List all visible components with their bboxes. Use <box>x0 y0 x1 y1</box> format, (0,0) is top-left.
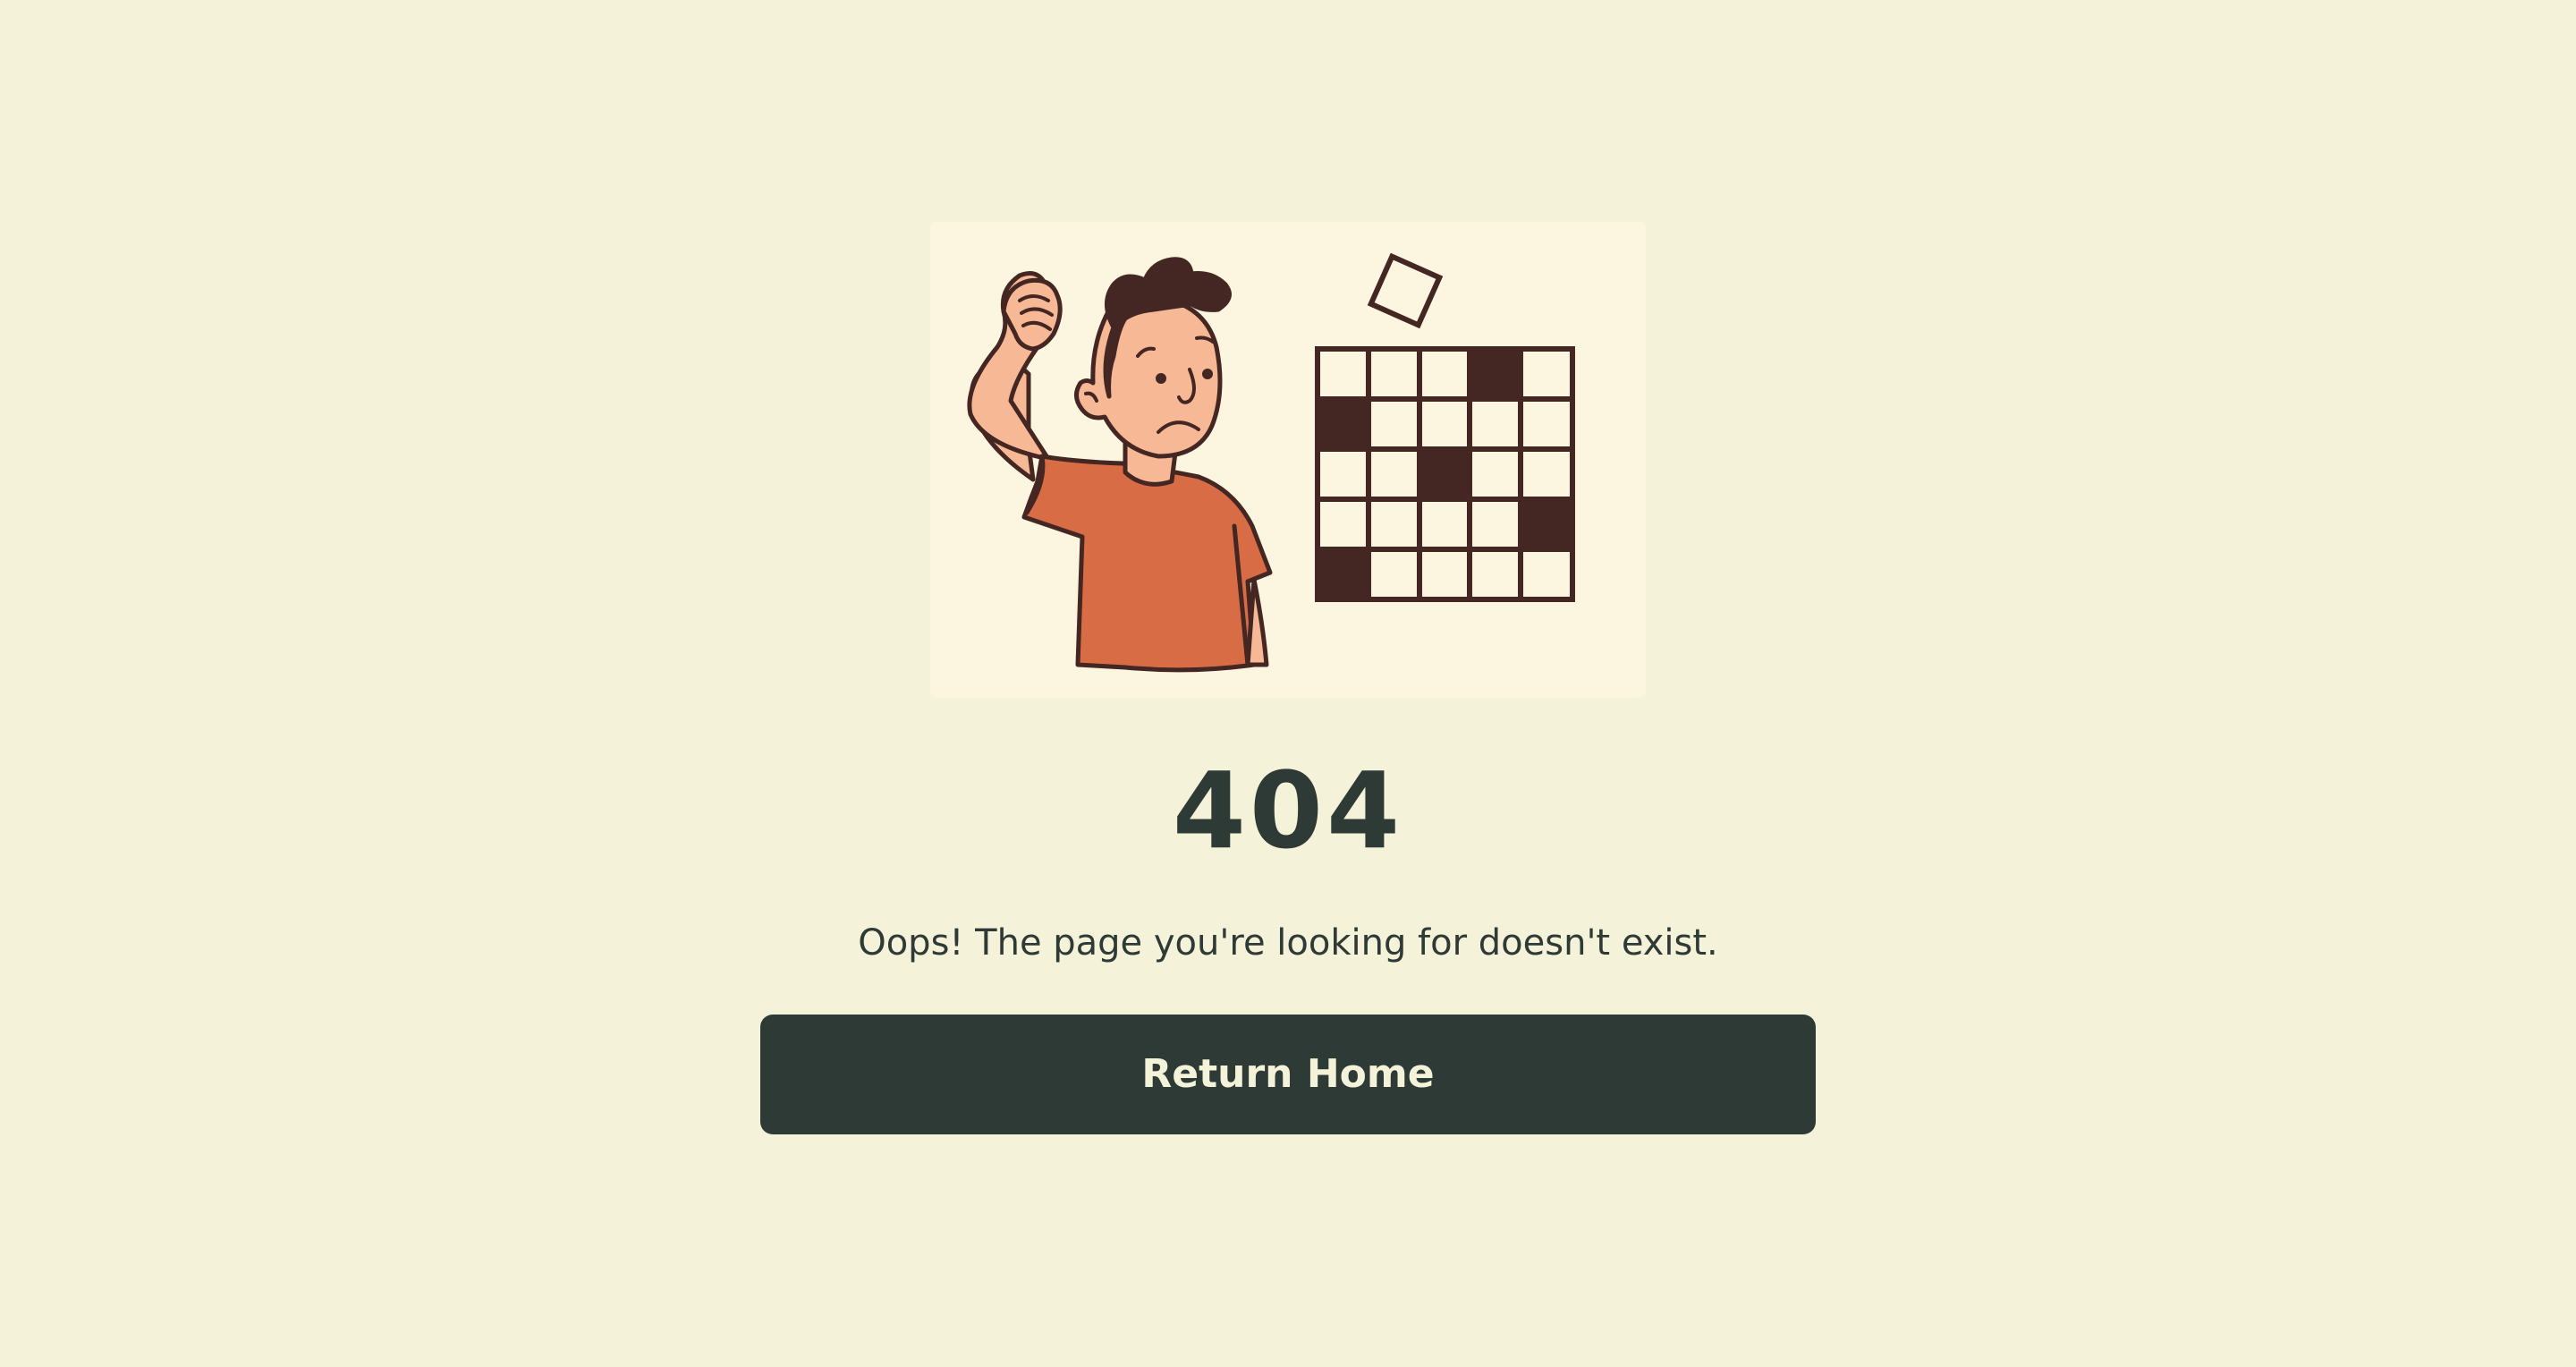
not-found-page: 404 Oops! The page you're looking for do… <box>0 0 2576 1367</box>
return-home-button[interactable]: Return Home <box>760 1015 1816 1134</box>
confused-person-with-crossword-icon <box>967 252 1575 673</box>
error-message: Oops! The page you're looking for doesn'… <box>858 922 1718 964</box>
error-code-heading: 404 <box>1172 749 1404 872</box>
confused-person-illustration <box>930 222 1646 698</box>
